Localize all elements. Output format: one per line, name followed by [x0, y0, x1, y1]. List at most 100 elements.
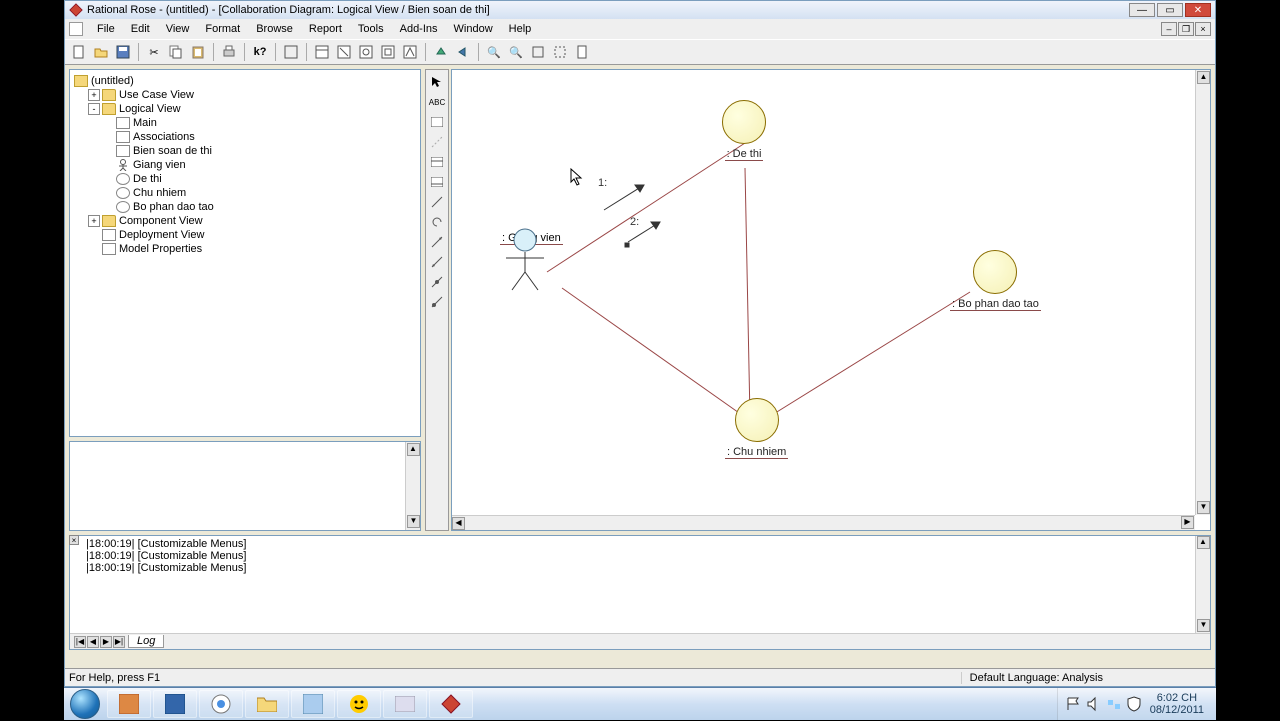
- tree-item[interactable]: +Use Case View: [74, 88, 416, 102]
- tray-flag-icon[interactable]: [1066, 696, 1082, 712]
- browse-class-button[interactable]: [281, 42, 301, 62]
- documentation-box[interactable]: ▲▼: [69, 441, 421, 531]
- tree-item[interactable]: -Logical View: [74, 102, 416, 116]
- tree-twisty[interactable]: +: [88, 89, 100, 101]
- tree-item[interactable]: Deployment View: [74, 228, 416, 242]
- task-app1[interactable]: [107, 690, 151, 718]
- canvas-hscroll[interactable]: ◀▶: [452, 515, 1195, 530]
- diagram2-button[interactable]: [334, 42, 354, 62]
- diagram4-button[interactable]: [378, 42, 398, 62]
- minimize-button[interactable]: —: [1129, 3, 1155, 17]
- menu-file[interactable]: File: [89, 21, 123, 37]
- tree-item[interactable]: De thi: [74, 172, 416, 186]
- task-app2[interactable]: [153, 690, 197, 718]
- anchor-tool[interactable]: [427, 133, 447, 151]
- zoom-sel-button[interactable]: [550, 42, 570, 62]
- paste-button[interactable]: [188, 42, 208, 62]
- class-instance-tool[interactable]: [427, 173, 447, 191]
- select-tool[interactable]: [427, 73, 447, 91]
- save-button[interactable]: [113, 42, 133, 62]
- log-last[interactable]: ▶|: [113, 636, 125, 648]
- system-tray[interactable]: 6:02 CH 08/12/2011: [1057, 688, 1216, 720]
- mdi-close[interactable]: ×: [1195, 22, 1211, 36]
- menu-help[interactable]: Help: [501, 21, 540, 37]
- node-chu-nhiem[interactable]: : Chu nhiem: [725, 398, 788, 459]
- tray-net-icon[interactable]: [1106, 696, 1122, 712]
- menu-window[interactable]: Window: [446, 21, 501, 37]
- doc-scrollbar[interactable]: ▲▼: [405, 442, 420, 530]
- maximize-button[interactable]: ▭: [1157, 3, 1183, 17]
- tree-item[interactable]: Main: [74, 116, 416, 130]
- log-first[interactable]: |◀: [74, 636, 86, 648]
- task-explorer[interactable]: [245, 690, 289, 718]
- tray-clock[interactable]: 6:02 CH 08/12/2011: [1144, 692, 1210, 716]
- log-next[interactable]: ▶: [100, 636, 112, 648]
- tree-item[interactable]: +Component View: [74, 214, 416, 228]
- copy-button[interactable]: [166, 42, 186, 62]
- tree-root[interactable]: (untitled): [74, 74, 416, 88]
- link-tool[interactable]: [427, 193, 447, 211]
- menu-addins[interactable]: Add-Ins: [392, 21, 446, 37]
- diagram3-button[interactable]: [356, 42, 376, 62]
- nav-up-button[interactable]: [431, 42, 451, 62]
- zoom-fit-button[interactable]: [528, 42, 548, 62]
- titlebar[interactable]: Rational Rose - (untitled) - [Collaborat…: [65, 1, 1215, 19]
- close-button[interactable]: ✕: [1185, 3, 1211, 17]
- message-1[interactable]: 1:: [598, 177, 607, 189]
- tray-speaker-icon[interactable]: [1086, 696, 1102, 712]
- node-giang-vien[interactable]: : Giang vien: [500, 228, 563, 245]
- zoom-out-button[interactable]: 🔍: [506, 42, 526, 62]
- message-2[interactable]: 2:: [630, 216, 639, 228]
- mdi-restore[interactable]: ❐: [1178, 22, 1194, 36]
- tree-item[interactable]: Bo phan dao tao: [74, 200, 416, 214]
- tree-twisty[interactable]: +: [88, 215, 100, 227]
- menu-edit[interactable]: Edit: [123, 21, 158, 37]
- zoom-in-button[interactable]: 🔍: [484, 42, 504, 62]
- task-chrome[interactable]: [199, 690, 243, 718]
- note-tool[interactable]: [427, 113, 447, 131]
- task-app4[interactable]: [383, 690, 427, 718]
- node-de-thi[interactable]: : De thi: [722, 100, 766, 161]
- start-button[interactable]: [64, 688, 106, 721]
- tree-item[interactable]: Associations: [74, 130, 416, 144]
- tree-item[interactable]: Giang vien: [74, 158, 416, 172]
- tree-twisty[interactable]: -: [88, 103, 100, 115]
- log-prev[interactable]: ◀: [87, 636, 99, 648]
- data-token-tool[interactable]: [427, 273, 447, 291]
- context-help-button[interactable]: k?: [250, 42, 270, 62]
- zoom-page-button[interactable]: [572, 42, 592, 62]
- canvas-vscroll[interactable]: ▲▼: [1195, 70, 1210, 515]
- object-tool[interactable]: [427, 153, 447, 171]
- node-bo-phan[interactable]: : Bo phan dao tao: [950, 250, 1041, 311]
- tray-shield-icon[interactable]: [1126, 696, 1142, 712]
- task-app3[interactable]: [291, 690, 335, 718]
- message-tool[interactable]: [427, 233, 447, 251]
- log-tab[interactable]: Log: [128, 635, 164, 648]
- task-yahoo[interactable]: [337, 690, 381, 718]
- open-button[interactable]: [91, 42, 111, 62]
- link-self-tool[interactable]: [427, 213, 447, 231]
- tree-item[interactable]: Chu nhiem: [74, 186, 416, 200]
- log-body[interactable]: |18:00:19| [Customizable Menus] |18:00:1…: [70, 536, 1210, 633]
- diagram-canvas[interactable]: : De thi : Giang vien: [451, 69, 1211, 531]
- nav-back-button[interactable]: [453, 42, 473, 62]
- menu-view[interactable]: View: [158, 21, 198, 37]
- diagram5-button[interactable]: [400, 42, 420, 62]
- menu-format[interactable]: Format: [197, 21, 248, 37]
- menu-browse[interactable]: Browse: [248, 21, 301, 37]
- browser-tree[interactable]: (untitled) +Use Case View-Logical ViewMa…: [69, 69, 421, 437]
- log-close-button[interactable]: ×: [69, 535, 79, 545]
- log-vscroll[interactable]: ▲▼: [1195, 536, 1210, 633]
- mdi-minimize[interactable]: –: [1161, 22, 1177, 36]
- cut-button[interactable]: ✂: [144, 42, 164, 62]
- tree-item[interactable]: Model Properties: [74, 242, 416, 256]
- new-button[interactable]: [69, 42, 89, 62]
- text-tool[interactable]: ABC: [427, 93, 447, 111]
- print-button[interactable]: [219, 42, 239, 62]
- reverse-data-tool[interactable]: [427, 293, 447, 311]
- diagram1-button[interactable]: [312, 42, 332, 62]
- menu-report[interactable]: Report: [301, 21, 350, 37]
- menu-tools[interactable]: Tools: [350, 21, 392, 37]
- tree-item[interactable]: Bien soan de thi: [74, 144, 416, 158]
- task-rose[interactable]: [429, 690, 473, 718]
